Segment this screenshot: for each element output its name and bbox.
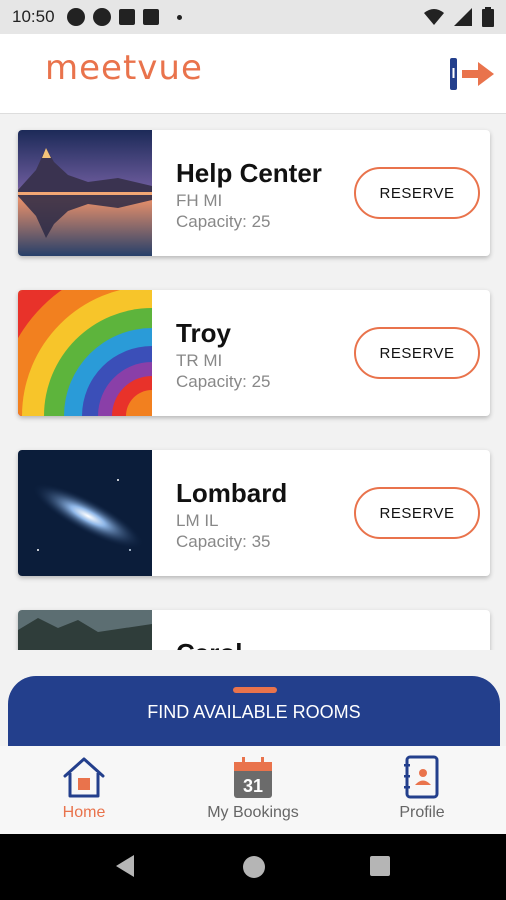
- nav-my-bookings-label: My Bookings: [207, 804, 299, 821]
- room-list[interactable]: Help Center FH MI Capacity: 25 RESERVE T…: [0, 114, 506, 650]
- nav-profile[interactable]: Profile: [352, 754, 492, 822]
- status-time: 10:50: [12, 7, 55, 26]
- room-card[interactable]: Help Center FH MI Capacity: 25 RESERVE: [18, 130, 490, 256]
- notification-icon: [118, 9, 135, 25]
- room-image-rainbow-swirl: [18, 290, 152, 416]
- room-name: Lombard: [176, 478, 288, 508]
- contact-book-icon: [404, 755, 439, 799]
- home-button-icon[interactable]: [243, 856, 265, 878]
- system-nav-bar: [0, 834, 506, 900]
- recent-apps-icon[interactable]: [370, 856, 390, 876]
- find-rooms-label[interactable]: FIND AVAILABLE ROOMS: [8, 702, 500, 723]
- back-icon[interactable]: [116, 855, 136, 877]
- status-bar: 10:50: [0, 0, 506, 34]
- room-card[interactable]: Carol: [18, 610, 490, 650]
- nav-my-bookings[interactable]: 31 My Bookings: [183, 754, 323, 822]
- app-header: meetvue: [0, 34, 506, 114]
- nav-profile-label: Profile: [399, 804, 445, 821]
- find-rooms-panel[interactable]: FIND AVAILABLE ROOMS: [8, 676, 500, 746]
- room-capacity: Capacity: 35: [176, 532, 271, 551]
- calendar-day: 31: [243, 776, 263, 796]
- nav-home-label: Home: [62, 804, 106, 821]
- room-card[interactable]: Lombard LM IL Capacity: 35 RESERVE: [18, 450, 490, 576]
- reserve-button[interactable]: RESERVE: [354, 487, 480, 539]
- drag-handle[interactable]: [233, 687, 277, 693]
- room-name: Troy: [176, 318, 231, 348]
- battery-icon: [482, 7, 494, 27]
- room-image-galaxy: [18, 450, 152, 576]
- room-code: LM IL: [176, 511, 219, 530]
- home-icon: [63, 757, 105, 798]
- sd-card-icon: [142, 9, 159, 25]
- nav-home[interactable]: Home: [14, 754, 154, 822]
- signal-icon: [454, 8, 472, 26]
- reserve-button[interactable]: RESERVE: [354, 167, 480, 219]
- room-name: Carol: [176, 638, 242, 650]
- bottom-nav: Home 31 My Bookings Profile: [0, 746, 506, 834]
- room-image-mountain-lake: [18, 130, 152, 256]
- app-logo: meetvue: [45, 48, 203, 88]
- room-code: FH MI: [176, 191, 223, 210]
- reserve-button[interactable]: RESERVE: [354, 327, 480, 379]
- notification-icons: [66, 8, 182, 26]
- more-notifications-icon: [176, 14, 182, 20]
- system-icons: [424, 7, 494, 27]
- room-image-landscape: [18, 610, 152, 650]
- calendar-icon: 31: [234, 757, 272, 798]
- room-code: TR MI: [176, 351, 223, 370]
- notification-icon: [92, 8, 111, 26]
- logout-icon[interactable]: [448, 54, 496, 94]
- notification-icon: [66, 8, 85, 26]
- room-capacity: Capacity: 25: [176, 372, 271, 391]
- wifi-icon: [424, 9, 444, 25]
- room-name: Help Center: [176, 158, 322, 188]
- room-capacity: Capacity: 25: [176, 212, 271, 231]
- room-card[interactable]: Troy TR MI Capacity: 25 RESERVE: [18, 290, 490, 416]
